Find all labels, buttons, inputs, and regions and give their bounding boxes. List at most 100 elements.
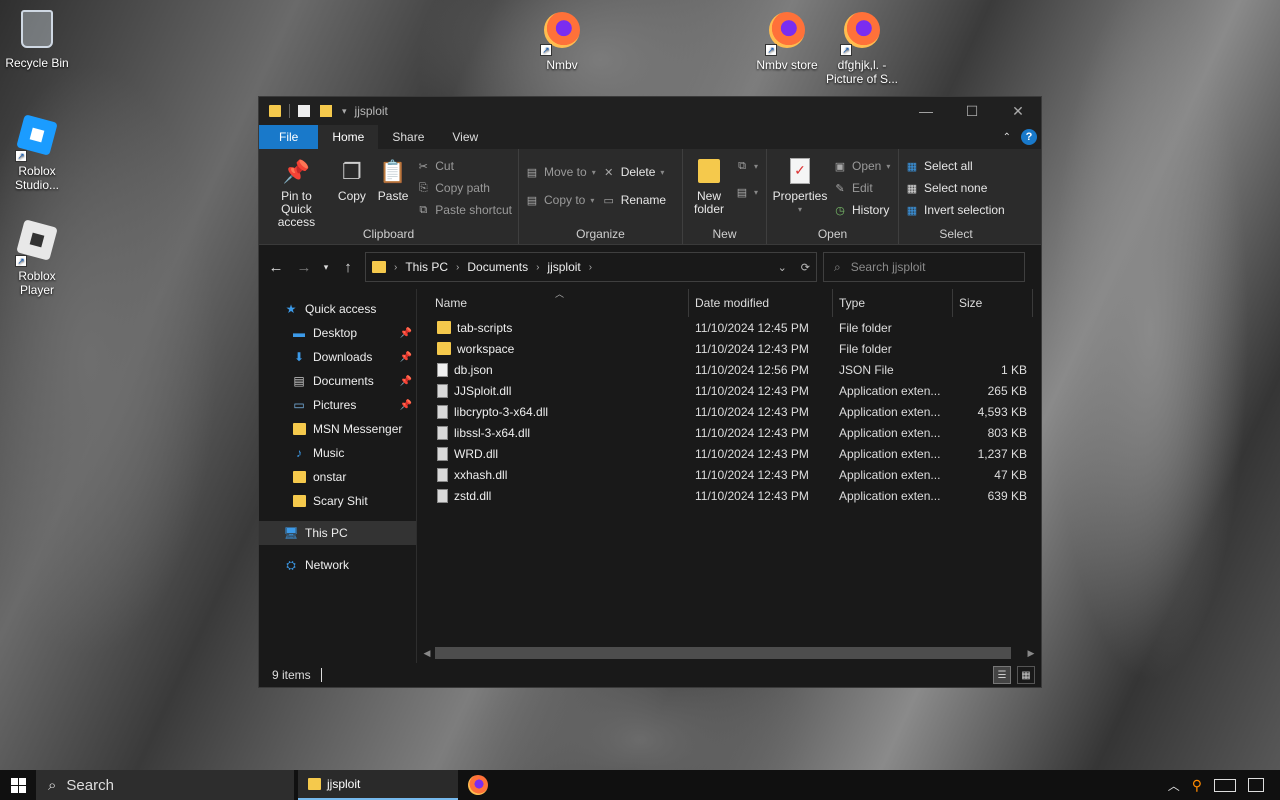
file-row[interactable]: tab-scripts 11/10/2024 12:45 PM File folde… xyxy=(417,317,1041,338)
firefox-icon[interactable] xyxy=(468,775,488,795)
nav-label: Music xyxy=(313,446,345,460)
nav-pictures[interactable]: ▭ Pictures 📌 xyxy=(259,393,416,417)
search-input[interactable] xyxy=(850,260,1001,274)
file-date: 11/10/2024 12:43 PM xyxy=(695,404,809,419)
nav-desktop[interactable]: ▬ Desktop 📌 xyxy=(259,321,416,345)
recycle-bin-icon xyxy=(15,10,59,54)
minimize-button[interactable]: — xyxy=(903,97,949,125)
file-type: Application exten... xyxy=(839,488,941,503)
tab-share[interactable]: Share xyxy=(378,125,438,149)
desktop-icon-roblox-player[interactable]: ↗ Roblox Player xyxy=(0,219,74,297)
horizontal-scrollbar[interactable]: ◀ ▶ xyxy=(419,645,1039,661)
notification-icon[interactable] xyxy=(1248,778,1264,792)
refresh-icon[interactable]: ⟳ xyxy=(801,261,810,274)
breadcrumb-documents[interactable]: Documents xyxy=(467,260,528,274)
scroll-left-icon[interactable]: ◀ xyxy=(419,648,435,659)
nav-scary-shit[interactable]: Scary Shit xyxy=(259,489,416,513)
nav-downloads[interactable]: ⬇ Downloads 📌 xyxy=(259,345,416,369)
file-row[interactable]: zstd.dll 11/10/2024 12:43 PM Application e… xyxy=(417,485,1041,506)
tab-file[interactable]: File xyxy=(259,125,319,149)
tab-home[interactable]: Home xyxy=(318,125,379,149)
taskbar-app-explorer[interactable]: jjsploit xyxy=(298,770,458,800)
edit-button[interactable]: ✎ Edit xyxy=(833,179,890,197)
copy-path-button[interactable]: ⎘ Copy path xyxy=(416,179,512,197)
keyboard-icon[interactable] xyxy=(1214,778,1236,792)
scroll-right-icon[interactable]: ▶ xyxy=(1023,648,1039,659)
tab-view[interactable]: View xyxy=(438,125,492,149)
file-row[interactable]: JJSploit.dll 11/10/2024 12:43 PM Applicati… xyxy=(417,380,1041,401)
file-list: ︿ Name Date modified Type Size tab-scrip… xyxy=(417,289,1041,663)
cut-button[interactable]: ✂ Cut xyxy=(416,157,512,175)
nav-msn-messenger[interactable]: MSN Messenger xyxy=(259,417,416,441)
select-none-button[interactable]: ▦ Select none xyxy=(905,179,1005,197)
file-row[interactable]: workspace 11/10/2024 12:43 PM File folder xyxy=(417,338,1041,359)
nav-label: Quick access xyxy=(305,302,377,316)
history-button[interactable]: ◷ History xyxy=(833,201,890,219)
easy-access-button[interactable]: ▤ ▾ xyxy=(735,183,758,201)
move-to-button[interactable]: ▤ Move to ▾ xyxy=(525,163,596,181)
nav-documents[interactable]: ▤ Documents 📌 xyxy=(259,369,416,393)
address-bar[interactable]: › This PC › Documents › jjsploit › ⌄ ⟳ xyxy=(365,252,817,282)
taskbar-search[interactable]: ⌕ Search xyxy=(36,770,294,800)
file-row[interactable]: xxhash.dll 11/10/2024 12:43 PM Application… xyxy=(417,464,1041,485)
roblox-player-icon: ↗ xyxy=(15,219,59,267)
desktop-icon-roblox-studio[interactable]: ↗ Roblox Studio... xyxy=(0,114,74,192)
nav-network[interactable]: ⛭ Network xyxy=(259,553,416,577)
nav-onstar[interactable]: onstar xyxy=(259,465,416,489)
close-button[interactable]: ✕ xyxy=(995,97,1041,125)
recent-locations-button[interactable]: ▾ xyxy=(321,262,331,273)
delete-button[interactable]: ✕ Delete ▾ xyxy=(602,163,666,181)
file-row[interactable]: libssl-3-x64.dll 11/10/2024 12:43 PM Appli… xyxy=(417,422,1041,443)
customize-quick-access-icon[interactable]: ▾ xyxy=(342,106,347,117)
column-type[interactable]: Type xyxy=(833,289,953,317)
chevron-down-icon: ▾ xyxy=(591,167,596,177)
nav-this-pc[interactable]: 🖥 This PC xyxy=(259,521,416,545)
file-row[interactable]: db.json 11/10/2024 12:56 PM JSON File 1 KB xyxy=(417,359,1041,380)
paste-shortcut-button[interactable]: ⧉ Paste shortcut xyxy=(416,201,512,219)
nav-music[interactable]: ♪ Music xyxy=(259,441,416,465)
desktop-icon-nmbv-store[interactable]: ↗ Nmbv store xyxy=(750,8,824,72)
open-button[interactable]: ▣ Open ▾ xyxy=(833,157,891,175)
title-bar[interactable]: ▾ jjsploit — ☐ ✕ xyxy=(259,97,1041,125)
start-button[interactable] xyxy=(0,770,36,800)
move-to-icon: ▤ xyxy=(526,166,538,179)
desktop-icon-nmbv[interactable]: ↗ Nmbv xyxy=(525,8,599,72)
properties-quick-icon[interactable] xyxy=(298,105,310,117)
select-all-button[interactable]: ▦ Select all xyxy=(905,157,1005,175)
maximize-button[interactable]: ☐ xyxy=(949,97,995,125)
column-name[interactable]: Name xyxy=(417,289,689,317)
help-icon[interactable]: ? xyxy=(1021,129,1037,145)
search-box[interactable]: ⌕ xyxy=(823,252,1025,282)
breadcrumb-this-pc[interactable]: This PC xyxy=(405,260,448,274)
collapse-ribbon-icon[interactable]: ⌃ xyxy=(1003,132,1011,143)
shortcut-arrow-icon: ↗ xyxy=(15,150,27,162)
large-icons-view-button[interactable]: ▦ xyxy=(1017,666,1035,684)
group-label-clipboard: Clipboard xyxy=(362,227,415,241)
file-row[interactable]: WRD.dll 11/10/2024 12:43 PM Application ex… xyxy=(417,443,1041,464)
nav-quick-access[interactable]: ★ Quick access xyxy=(259,297,416,321)
column-header-row: ︿ Name Date modified Type Size xyxy=(417,289,1041,317)
file-row[interactable]: libcrypto-3-x64.dll 11/10/2024 12:43 PM Ap… xyxy=(417,401,1041,422)
chevron-up-icon[interactable]: ︿ xyxy=(1168,777,1180,794)
rename-button[interactable]: ▭ Rename xyxy=(602,191,667,209)
breadcrumb-jjsploit[interactable]: jjsploit xyxy=(547,260,580,274)
copy-to-button[interactable]: ▤ Copy to ▾ xyxy=(525,191,596,209)
navigation-pane: ★ Quick access ▬ Desktop 📌 ⬇ Downloads 📌… xyxy=(259,289,417,663)
file-name: libcrypto-3-x64.dll xyxy=(454,404,549,419)
new-item-button[interactable]: ⧉ ▾ xyxy=(735,157,758,175)
up-button[interactable]: ↑ xyxy=(337,259,359,276)
column-date-modified[interactable]: Date modified xyxy=(689,289,833,317)
details-view-button[interactable]: ☰ xyxy=(993,666,1011,684)
content-area: ★ Quick access ▬ Desktop 📌 ⬇ Downloads 📌… xyxy=(259,289,1041,663)
address-dropdown-icon[interactable]: ⌄ xyxy=(778,261,787,274)
scroll-thumb[interactable] xyxy=(435,647,1011,659)
desktop-icon-picture[interactable]: ↗ dfghjk,l. - Picture of S... xyxy=(825,8,899,86)
scroll-track[interactable] xyxy=(435,646,1023,660)
new-folder-quick-icon[interactable] xyxy=(320,105,332,117)
invert-selection-button[interactable]: ▦ Invert selection xyxy=(905,201,1005,219)
magnifier-tray-icon[interactable]: ⚲ xyxy=(1192,777,1202,794)
desktop-icon-recycle-bin[interactable]: Recycle Bin xyxy=(0,8,74,70)
back-button[interactable]: ← xyxy=(265,259,287,276)
forward-button[interactable]: → xyxy=(293,259,315,276)
column-size[interactable]: Size xyxy=(953,289,1033,317)
